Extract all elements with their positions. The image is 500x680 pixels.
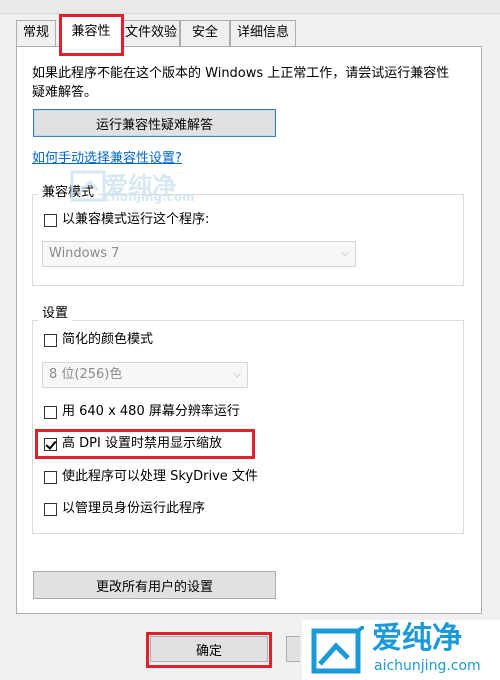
tab-file-verification-label: 文件效验	[124, 25, 177, 40]
res-640-label: 用 640 x 480 屏幕分辨率运行	[62, 404, 240, 419]
run-as-admin-checkbox[interactable]	[44, 503, 57, 516]
compat-mode-label: 以兼容模式运行这个程序:	[62, 212, 210, 227]
ok-button[interactable]: 确定	[150, 636, 268, 662]
reduced-color-checkbox[interactable]	[44, 334, 57, 347]
skydrive-label: 使此程序可以处理 SkyDrive 文件	[62, 469, 258, 484]
run-as-admin-label: 以管理员身份运行此程序	[62, 501, 206, 516]
cancel-button-partial[interactable]	[286, 636, 300, 662]
intro-text: 如果此程序不能在这个版本的 Windows 上正常工作，请尝试运行兼容性疑难解答…	[32, 66, 450, 100]
brand-name: 爱纯净	[372, 621, 462, 656]
reduced-color-label: 简化的颜色模式	[62, 332, 154, 347]
compat-os-select[interactable]: Windows 7 ⌵	[42, 241, 356, 267]
title-bar-strip	[0, 0, 500, 14]
chevron-down-icon: ⌵	[233, 369, 241, 380]
disable-dpi-scaling-checkbox[interactable]	[44, 438, 57, 451]
compat-os-value: Windows 7	[49, 246, 120, 261]
tab-file-verification[interactable]: 文件效验	[122, 20, 180, 46]
skydrive-checkbox[interactable]	[44, 471, 57, 484]
brand-url: aichunjing.com	[374, 658, 481, 674]
res-640-checkbox[interactable]	[44, 406, 57, 419]
tab-general[interactable]: 常规	[16, 20, 56, 46]
brand-logo-icon	[311, 626, 364, 674]
chevron-down-icon: ⌵	[341, 248, 349, 259]
watermark-overlay: 爱纯净 chunjing.com	[68, 168, 195, 208]
tab-security[interactable]: 安全	[180, 20, 230, 46]
watermark-logo-icon	[70, 170, 106, 202]
corner-watermark: 爱纯净 aichunjing.com	[302, 620, 500, 680]
tab-security-label: 安全	[191, 25, 218, 40]
change-all-users-button[interactable]: 更改所有用户的设置	[33, 571, 276, 599]
tab-details[interactable]: 详细信息	[230, 20, 296, 46]
tab-details-label: 详细信息	[236, 25, 289, 40]
tab-general-label: 常规	[22, 25, 49, 40]
tab-compatibility-label: 兼容性	[71, 24, 111, 39]
watermark-url: chunjing.com	[104, 190, 195, 204]
run-troubleshooter-button[interactable]: 运行兼容性疑难解答	[33, 109, 276, 137]
disable-dpi-scaling-label: 高 DPI 设置时禁用显示缩放	[62, 436, 222, 451]
tab-compatibility[interactable]: 兼容性	[60, 16, 122, 47]
color-mode-value: 8 位(256)色	[49, 367, 123, 382]
settings-title: 设置	[38, 306, 73, 322]
compat-mode-checkbox[interactable]	[44, 214, 57, 227]
color-mode-select[interactable]: 8 位(256)色 ⌵	[42, 362, 248, 388]
